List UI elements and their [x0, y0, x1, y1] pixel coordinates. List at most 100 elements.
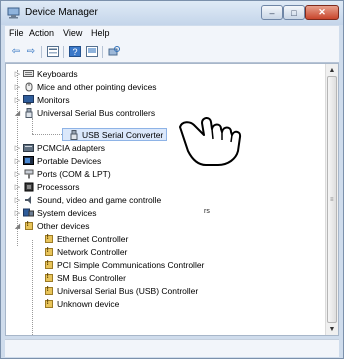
menu-bar: File Action View Help: [5, 26, 339, 42]
properties-icon[interactable]: [46, 45, 60, 58]
toolbar: ⇦ ⇨ ?: [5, 42, 339, 63]
toolbar-separator: [63, 46, 64, 58]
sound-icon: [23, 195, 34, 205]
expand-arrow-icon[interactable]: ▷: [14, 183, 21, 191]
scan-icon[interactable]: [107, 45, 121, 58]
tree-item-mice[interactable]: ▷ Mice and other pointing devices: [14, 81, 157, 92]
tree-guide: [32, 118, 33, 134]
warning-device-icon: [43, 260, 54, 270]
portable-device-icon: [23, 156, 34, 166]
monitor-icon: [23, 94, 34, 105]
tree-item-label: Processors: [37, 181, 80, 192]
minimize-button[interactable]: –: [261, 5, 283, 20]
tree-guide: [32, 240, 33, 335]
close-button[interactable]: ✕: [305, 5, 339, 20]
tree-item-label: Network Controller: [57, 246, 128, 257]
menu-action[interactable]: Action: [29, 28, 54, 38]
tree-item-usb-serial-converter[interactable]: USB Serial Converter: [62, 128, 168, 141]
tree-item-label: System devices: [37, 207, 97, 218]
tree-item-label: Universal Serial Bus (USB) Controller: [57, 285, 199, 296]
device-manager-window: Device Manager – □ ✕ File Action View He…: [0, 0, 344, 359]
menu-view[interactable]: View: [63, 28, 82, 38]
expand-arrow-icon[interactable]: ▷: [14, 70, 21, 78]
tree-item-label: Mice and other pointing devices: [37, 81, 157, 92]
expand-arrow-icon[interactable]: ▷: [14, 144, 21, 152]
tree-item-monitors[interactable]: ▷ Monitors: [14, 94, 70, 105]
other-devices-icon: [23, 221, 34, 231]
expand-arrow-icon[interactable]: ▷: [14, 157, 21, 165]
warning-device-icon: [43, 299, 54, 309]
scrollbar-thumb[interactable]: ≡: [327, 76, 337, 323]
tree-item-unknown-device[interactable]: Unknown device: [41, 298, 119, 309]
warning-device-icon: [43, 234, 54, 244]
toolbar-separator: [102, 46, 103, 58]
help-icon[interactable]: ?: [68, 45, 82, 58]
tree-item-usb-controller[interactable]: Universal Serial Bus (USB) Controller: [41, 285, 198, 296]
tree-item-pci-simple-communications-controller[interactable]: PCI Simple Communications Controller: [41, 259, 204, 270]
scrollbar-grip-icon: ≡: [330, 197, 334, 203]
warning-device-glyph: [44, 273, 53, 282]
tree-item-label: Portable Devices: [37, 155, 102, 166]
expand-arrow-icon[interactable]: ▷: [14, 170, 21, 178]
warning-device-icon: [43, 273, 54, 283]
display-icon-glyph: [86, 46, 98, 57]
expand-arrow-icon[interactable]: ▷: [14, 83, 21, 91]
device-manager-icon: [7, 7, 20, 19]
tree-item-network-controller[interactable]: Network Controller: [41, 246, 127, 257]
tree-item-sm-bus-controller[interactable]: SM Bus Controller: [41, 272, 126, 283]
display-icon[interactable]: [85, 45, 99, 58]
forward-arrow-icon[interactable]: ⇨: [24, 45, 38, 58]
expand-arrow-icon[interactable]: ▷: [14, 196, 21, 204]
warning-device-icon: [43, 247, 54, 257]
tree-item-system-devices[interactable]: ▷ System devices: [14, 207, 97, 218]
tree-item-other-devices[interactable]: ◢ Other devices: [14, 220, 90, 231]
tree-item-label: Keyboards: [37, 68, 78, 79]
tree-item-label: SM Bus Controller: [57, 272, 126, 283]
tree-item-label: USB Serial Converter: [82, 129, 164, 140]
menu-help[interactable]: Help: [91, 28, 110, 38]
warning-device-glyph: [44, 260, 53, 269]
menu-file[interactable]: File: [9, 28, 24, 38]
tree-item-label: Monitors: [37, 94, 70, 105]
tree-item-label: Unknown device: [57, 298, 120, 309]
tree-item-label: PCI Simple Communications Controller: [57, 259, 205, 270]
maximize-button[interactable]: □: [283, 5, 305, 20]
expand-arrow-icon[interactable]: ▷: [14, 96, 21, 104]
warning-device-glyph: [44, 247, 53, 256]
system-devices-icon: [23, 208, 34, 218]
tree-item-label: Ethernet Controller: [57, 233, 129, 244]
tree-item-usb-controllers[interactable]: ◢ Universal Serial Bus controllers: [14, 107, 155, 118]
svg-text:?: ?: [73, 47, 78, 57]
scroll-down-arrow-icon[interactable]: ▼: [326, 323, 338, 335]
tree-item-processors[interactable]: ▷ Processors: [14, 181, 80, 192]
scroll-up-arrow-icon[interactable]: ▲: [326, 64, 338, 76]
tree-item-portable-devices[interactable]: ▷ Portable Devices: [14, 155, 101, 166]
tree-item-sound[interactable]: ▷ Sound, video and game controlle: [14, 194, 161, 205]
expand-arrow-icon[interactable]: ▷: [14, 209, 21, 217]
pointing-hand-icon: [179, 117, 242, 166]
vertical-scrollbar[interactable]: ▲ ≡ ▼: [325, 64, 338, 335]
warning-device-glyph: [44, 299, 53, 308]
properties-icon-glyph: [47, 46, 59, 57]
tree-item-keyboards[interactable]: ▷ Keyboards: [14, 68, 78, 79]
tree-item-label: Universal Serial Bus controllers: [37, 107, 156, 118]
collapse-arrow-icon[interactable]: ◢: [14, 109, 21, 117]
tree-guide: [32, 134, 62, 135]
title-bar[interactable]: Device Manager – □ ✕: [1, 1, 343, 25]
help-icon-glyph: ?: [69, 46, 81, 57]
warning-device-glyph: [44, 286, 53, 295]
tree-item-pcmcia[interactable]: ▷ PCMCIA adapters: [14, 142, 105, 153]
collapse-arrow-icon[interactable]: ◢: [14, 222, 21, 230]
toolbar-separator: [41, 46, 42, 58]
scan-icon-glyph: [108, 46, 120, 56]
back-arrow-icon[interactable]: ⇦: [9, 45, 23, 58]
mouse-icon: [23, 82, 34, 92]
processor-icon: [23, 182, 34, 192]
tree-item-ethernet-controller[interactable]: Ethernet Controller: [41, 233, 128, 244]
port-icon: [23, 169, 34, 179]
usb-icon: [68, 129, 79, 140]
tree-item-ports[interactable]: ▷ Ports (COM & LPT): [14, 168, 111, 179]
stray-text: rs: [204, 208, 210, 215]
usb-icon: [23, 107, 34, 118]
device-tree-pane[interactable]: ▷ Keyboards ▷ Mice and other pointing de…: [5, 63, 339, 336]
